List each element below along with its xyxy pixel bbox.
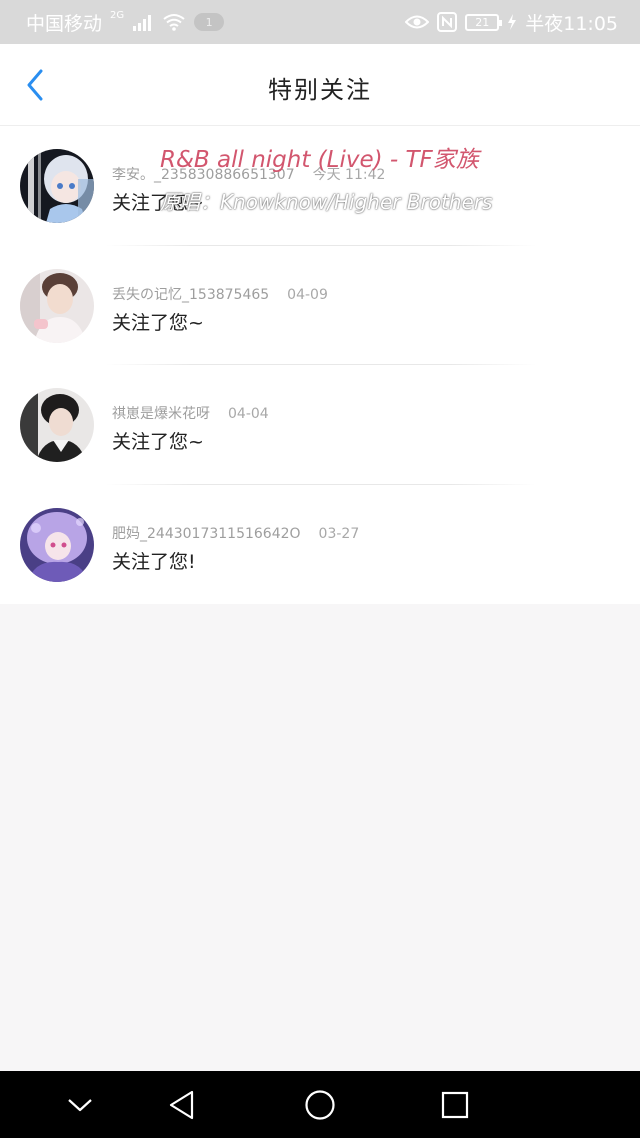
clock: 半夜11:05: [525, 12, 618, 35]
collapse-down-icon: [68, 1099, 92, 1112]
list-item[interactable]: 丢失の记忆_153875465 04-09 关注了您~: [0, 246, 640, 365]
header-bar: 特别关注: [0, 44, 640, 126]
eye-icon: [405, 14, 430, 30]
recents-button[interactable]: [437, 1087, 473, 1123]
list-item[interactable]: 李安。_235830886651307 今天 11:42 关注了您~: [0, 126, 640, 246]
page-title: 特别关注: [268, 76, 372, 104]
home-button[interactable]: [302, 1087, 338, 1123]
user-name[interactable]: 肥妈_2443017311516642O: [112, 526, 301, 542]
status-right: 21 半夜11:05: [405, 9, 618, 36]
item-date: 04-09: [287, 286, 328, 303]
item-message: 关注了您~: [112, 192, 204, 214]
collapse-button[interactable]: [62, 1087, 98, 1123]
user-name[interactable]: 丢失の记忆_153875465: [112, 287, 269, 303]
recents-square-icon: [441, 1091, 469, 1119]
status-bar: 中国移动 2G 1 21 半夜11:05: [0, 0, 640, 44]
item-meta: 祺崽是爆米花呀 04-04: [112, 403, 269, 423]
list-item[interactable]: 祺崽是爆米花呀 04-04 关注了您~: [0, 365, 640, 485]
item-date: 03-27: [318, 525, 360, 542]
system-nav-bar: [0, 1071, 640, 1138]
follow-notification-list: 李安。_235830886651307 今天 11:42 关注了您~ 丢失の记忆_…: [0, 126, 640, 604]
user-name[interactable]: 祺崽是爆米花呀: [112, 406, 210, 422]
avatar[interactable]: [20, 268, 94, 343]
nfc-icon: [437, 12, 458, 32]
battery-level: 21: [475, 15, 490, 29]
battery-icon: 21: [465, 13, 503, 31]
item-message: 关注了您~: [112, 431, 204, 453]
item-meta: 肥妈_2443017311516642O 03-27: [112, 523, 359, 543]
item-message: 关注了您~: [112, 311, 204, 334]
item-date: 04-04: [228, 406, 269, 422]
wifi-icon: [162, 13, 186, 31]
back-triangle-icon: [169, 1090, 194, 1120]
avatar[interactable]: [20, 388, 94, 462]
list-item[interactable]: 肥妈_2443017311516642O 03-27 关注了您!: [0, 485, 640, 605]
item-date: 今天 11:42: [312, 167, 386, 183]
item-message: 关注了您!: [112, 550, 196, 573]
avatar[interactable]: [20, 507, 94, 582]
status-pill: 1: [194, 13, 225, 31]
item-meta: 李安。_235830886651307 今天 11:42: [112, 164, 385, 184]
signal-icon: [132, 13, 154, 31]
status-left: 中国移动 2G 1: [26, 9, 225, 36]
carrier-label: 中国移动: [26, 12, 103, 35]
avatar[interactable]: [20, 149, 94, 223]
network-label: 2G: [110, 9, 125, 21]
back-nav-button[interactable]: [164, 1087, 200, 1123]
user-name[interactable]: 李安。_235830886651307: [112, 167, 295, 183]
home-circle-icon: [305, 1090, 335, 1120]
charging-icon: [507, 14, 517, 30]
item-meta: 丢失の记忆_153875465 04-09: [112, 284, 328, 304]
